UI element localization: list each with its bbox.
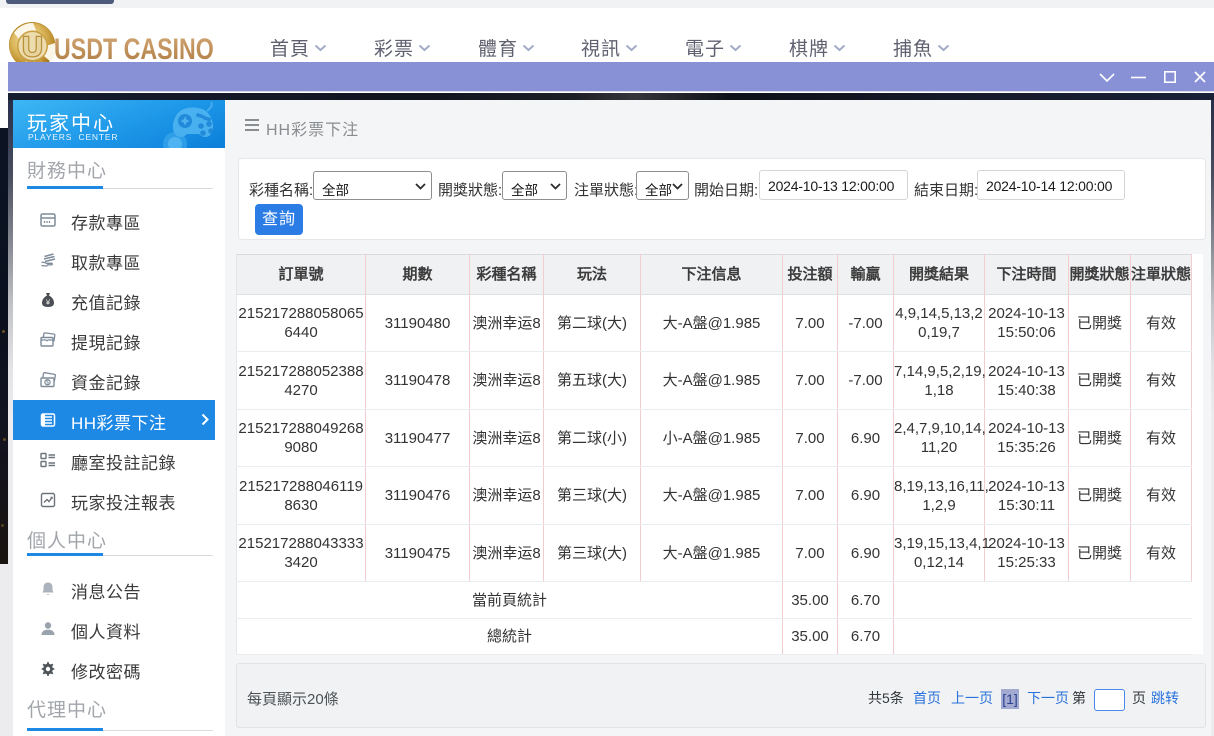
svg-text:U: U — [22, 31, 42, 62]
